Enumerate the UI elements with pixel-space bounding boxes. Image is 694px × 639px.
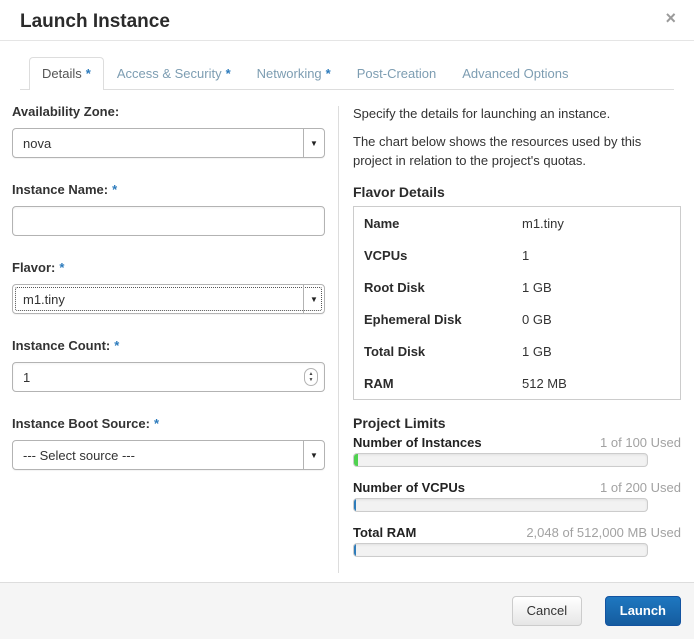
availability-zone-group: Availability Zone: nova ▼ (12, 104, 325, 158)
info-column: Specify the details for launching an ins… (339, 104, 681, 583)
progress-fill (354, 454, 358, 466)
instance-count-input[interactable] (12, 362, 325, 392)
flavor-label: Flavor: * (12, 260, 65, 275)
progress-bar-vcpus (353, 498, 648, 512)
close-icon[interactable]: × (665, 9, 676, 27)
selected-value: nova (23, 135, 52, 151)
tab-label: Details (42, 66, 82, 81)
progress-bar-ram (353, 543, 648, 557)
required-marker: * (85, 66, 91, 81)
progress-fill (354, 499, 357, 511)
chevron-down-icon: ▼ (303, 441, 324, 469)
required-marker: * (114, 338, 120, 353)
table-row: Ephemeral Disk 0 GB (364, 311, 552, 327)
form-column: Availability Zone: nova ▼ Instance Name:… (12, 104, 325, 583)
help-text-1: Specify the details for launching an ins… (353, 106, 611, 121)
quota-usage-text: 1 of 100 Used (600, 435, 681, 450)
stepper-down-icon[interactable]: ▼ (309, 377, 314, 383)
project-limits-heading: Project Limits (353, 415, 446, 431)
chevron-down-icon: ▼ (303, 129, 324, 157)
table-row: Total Disk 1 GB (364, 343, 552, 359)
availability-zone-select[interactable]: nova ▼ (12, 128, 325, 158)
required-marker: * (325, 66, 331, 81)
table-row: Root Disk 1 GB (364, 279, 552, 295)
tab-post-creation[interactable]: Post-Creation (344, 57, 449, 90)
number-stepper[interactable]: ▲ ▼ (304, 368, 318, 386)
flavor-details-table: Name m1.tiny VCPUs 1 Root Disk 1 GB Ephe… (353, 206, 681, 400)
launch-button[interactable]: Launch (604, 596, 681, 626)
table-row: VCPUs 1 (364, 247, 530, 263)
required-marker: * (225, 66, 231, 81)
flavor-group: Flavor: * m1.tiny ▼ (12, 260, 325, 314)
flavor-select[interactable]: m1.tiny ▼ (12, 284, 325, 314)
quota-usage-text: 2,048 of 512,000 MB Used (526, 525, 681, 540)
tab-label: Post-Creation (356, 66, 437, 81)
selected-value: --- Select source --- (23, 447, 135, 463)
tab-details[interactable]: Details * (29, 57, 104, 91)
instance-count-group: Instance Count:* ▲ ▼ (12, 338, 325, 392)
required-marker: * (59, 260, 65, 275)
instance-name-group: Instance Name: * (12, 182, 325, 236)
boot-source-group: Instance Boot Source: * --- Select source… (12, 416, 325, 470)
quota-ram: Total RAM 2,048 of 512,000 MB Used (353, 525, 681, 557)
instance-count-label: Instance Count: * (12, 338, 120, 353)
availability-zone-label: Availability Zone: (12, 104, 120, 119)
modal-footer: Cancel Launch (0, 582, 694, 639)
table-row: Name m1.tiny (364, 215, 564, 231)
instance-name-label: Instance Name: * (12, 182, 118, 197)
cancel-button[interactable]: Cancel (511, 596, 583, 626)
page-title: Launch Instance (20, 11, 170, 32)
quota-instances: Number of Instances 1 of 100 Used (353, 435, 681, 467)
tab-advanced-options[interactable]: Advanced Options (449, 57, 581, 90)
tab-bar: Details * Access & Security * Networking * … (20, 57, 674, 91)
launch-instance-modal: Launch Instance × Details * Access & Secu… (0, 0, 694, 639)
tab-label: Networking (256, 66, 322, 81)
modal-header: Launch Instance × (0, 0, 694, 41)
boot-source-select[interactable]: --- Select source --- ▼ (12, 440, 325, 470)
required-marker: * (112, 182, 118, 197)
selected-value: m1.tiny (23, 291, 65, 307)
flavor-details-heading: Flavor Details (353, 184, 445, 200)
progress-fill (354, 544, 356, 556)
tab-label: Advanced Options (462, 66, 569, 81)
tab-access-security[interactable]: Access & Security * (104, 57, 244, 90)
tab-networking[interactable]: Networking * (244, 57, 344, 90)
chevron-down-icon: ▼ (303, 285, 324, 313)
quota-vcpus: Number of VCPUs 1 of 200 Used (353, 480, 681, 512)
required-marker: * (153, 416, 160, 431)
boot-source-label: Instance Boot Source: * (12, 416, 160, 431)
help-text-2: The chart below shows the resources used… (353, 134, 642, 168)
modal-body: Availability Zone: nova ▼ Instance Name:… (0, 90, 694, 583)
quota-usage-text: 1 of 200 Used (600, 480, 681, 495)
instance-name-input[interactable] (12, 206, 325, 236)
progress-bar-instances (353, 453, 648, 467)
table-row: RAM 512 MB (364, 375, 567, 391)
tab-label: Access & Security (116, 66, 222, 81)
